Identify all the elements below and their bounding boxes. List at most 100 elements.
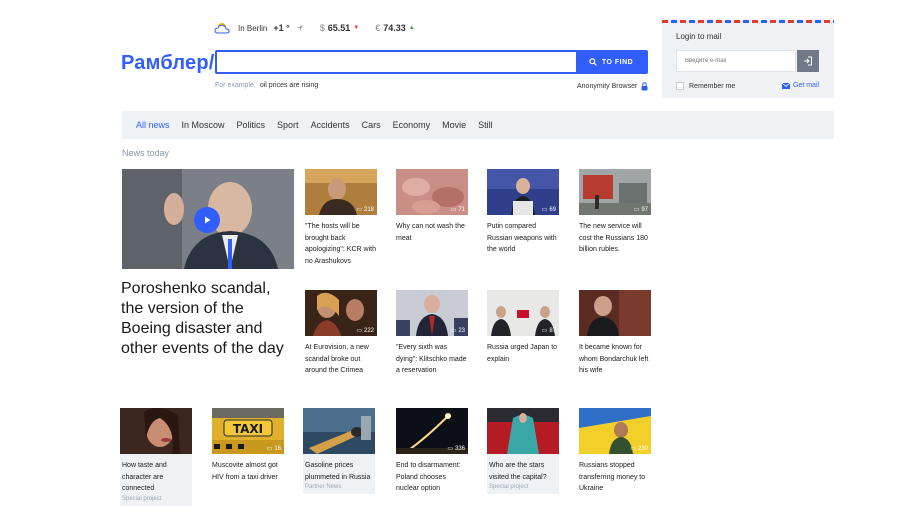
partner-news-card[interactable]: Gasoline prices plummeted in Russia Part…: [303, 408, 375, 494]
eur-rate-value: 74.33: [383, 23, 406, 33]
nav-all-news[interactable]: All news: [136, 120, 170, 130]
nav-politics[interactable]: Politics: [237, 120, 266, 130]
news-caption: "The hosts will be brought back apologiz…: [305, 223, 376, 265]
remember-me-label: Remember me: [689, 82, 736, 90]
news-thumbnail: [579, 290, 651, 336]
get-mail-link[interactable]: Get mail: [782, 82, 819, 89]
main-story-title[interactable]: Poroshenko scandal, the version of the B…: [121, 279, 296, 359]
get-mail-label: Get mail: [793, 82, 820, 89]
svg-text:TAXI: TAXI: [233, 422, 263, 436]
news-thumbnail: ▭ 23: [396, 290, 468, 336]
anonymity-browser-link[interactable]: Anonymity Browser: [577, 82, 648, 91]
usd-rate[interactable]: $ 65.51 ▼: [320, 23, 360, 33]
special-project-card[interactable]: Who are the stars visited the capital? S…: [487, 408, 559, 494]
arrow-down-icon: ▼: [353, 25, 360, 31]
login-button[interactable]: [797, 50, 819, 72]
special-project-tag: Special project: [122, 495, 162, 502]
category-nav: All news In Moscow Politics Sport Accide…: [122, 111, 834, 139]
news-caption: Why can not wash the meat: [396, 223, 465, 242]
comment-icon: ▭: [630, 446, 636, 452]
comment-icon: ▭: [356, 207, 362, 213]
envelope-icon: [782, 82, 790, 89]
comment-icon: ▭: [541, 207, 548, 213]
section-title: News today: [122, 148, 170, 158]
news-caption: Gasoline prices plummeted in Russia: [305, 462, 371, 481]
comment-count: ▭ 230: [630, 445, 648, 453]
comment-count: ▭ 97: [633, 206, 648, 214]
news-caption: End to disarmament: Poland chooses nucle…: [396, 462, 461, 492]
remember-me-checkbox[interactable]: Remember me: [676, 82, 735, 90]
news-photo: [579, 290, 651, 336]
mail-title: Login to mail: [676, 32, 722, 41]
nav-cars[interactable]: Cars: [362, 120, 381, 130]
news-thumbnail: ▭ 230: [579, 408, 651, 454]
news-card[interactable]: ▭ 218 "The hosts will be brought back apo…: [305, 169, 377, 267]
euro-icon: €: [375, 23, 381, 33]
news-card[interactable]: ▭ 23 "Every sixth was dying": Klitschko m…: [396, 290, 468, 377]
comment-count: ▭ 71: [450, 206, 465, 214]
location-arrow-icon: [296, 25, 303, 31]
comment-count: ▭ 222: [356, 327, 374, 335]
comment-count: ▭ 336: [447, 445, 465, 453]
news-card[interactable]: ▭ 222 At Eurovision, a new scandal broke …: [305, 290, 377, 377]
email-field[interactable]: [676, 50, 796, 72]
news-caption: The new service will cost the Russians 1…: [579, 223, 648, 253]
play-icon: [205, 216, 211, 224]
news-card[interactable]: ▭ 71 Why can not wash the meat: [396, 169, 468, 244]
nav-still[interactable]: Still: [478, 120, 493, 130]
eur-rate[interactable]: € 74.33 ▲: [375, 23, 415, 33]
special-project-card[interactable]: How taste and character are connected Sp…: [120, 408, 192, 506]
news-photo: [487, 408, 559, 454]
news-thumbnail: ▭ 97: [579, 169, 651, 215]
news-card[interactable]: ▭ 69 Putin compared Russian weapons with …: [487, 169, 559, 256]
mail-envelope-stripe: [662, 20, 834, 23]
example-query[interactable]: oil prices are rising: [260, 82, 318, 89]
search-input[interactable]: [217, 52, 576, 72]
news-caption: Who are the stars visited the capital?: [489, 462, 547, 481]
news-caption: Putin compared Russian weapons with the …: [487, 223, 557, 253]
search-icon: [589, 58, 597, 66]
search-button[interactable]: TO FIND: [576, 52, 646, 72]
news-caption: Russians stopped transferring money to U…: [579, 462, 646, 492]
news-caption: It became known for whom Bondarchuk left…: [579, 344, 649, 374]
arrow-up-icon: ▲: [408, 25, 415, 31]
nav-accidents[interactable]: Accidents: [311, 120, 350, 130]
comment-count: ▭ 218: [356, 206, 374, 214]
weather-currency-bar: In Berlin +1 ° $ 65.51 ▼ € 74.33 ▲: [214, 22, 415, 34]
nav-movie[interactable]: Movie: [442, 120, 466, 130]
nav-sport[interactable]: Sport: [277, 120, 299, 130]
example-label: For example,: [215, 82, 256, 89]
news-thumbnail: [487, 408, 559, 454]
news-card[interactable]: ▭ 336 End to disarmament: Poland chooses …: [396, 408, 468, 495]
news-thumbnail: ▭ 336: [396, 408, 468, 454]
play-button[interactable]: [194, 207, 220, 233]
news-caption: How taste and character are connected: [122, 462, 167, 492]
news-thumbnail: ▭ 222: [305, 290, 377, 336]
news-card[interactable]: It became known for whom Bondarchuk left…: [579, 290, 651, 377]
news-card[interactable]: TAXI ▭ 16 Muscovite almost got HIV from a…: [212, 408, 284, 483]
comment-count: ▭ 87: [541, 327, 556, 335]
nav-in-moscow[interactable]: In Moscow: [182, 120, 225, 130]
checkbox-box[interactable]: [676, 82, 684, 90]
comment-icon: ▭: [450, 207, 457, 213]
usd-rate-value: 65.51: [327, 23, 351, 33]
news-thumbnail: [120, 408, 192, 454]
location-label[interactable]: In Berlin: [238, 24, 267, 33]
anonymity-label: Anonymity Browser: [577, 83, 638, 90]
partner-news-tag: Partner News: [305, 484, 342, 490]
search-button-label: TO FIND: [601, 58, 634, 66]
search-example: For example, oil prices are rising: [215, 82, 318, 89]
news-card[interactable]: ▭ 230 Russians stopped transferring money…: [579, 408, 651, 495]
news-thumbnail: TAXI ▭ 16: [212, 408, 284, 454]
cloud-icon: [214, 23, 230, 34]
rambler-logo[interactable]: Рамблер/: [121, 52, 215, 75]
news-caption: Muscovite almost got HIV from a taxi dri…: [212, 462, 278, 481]
nav-economy[interactable]: Economy: [393, 120, 431, 130]
search-bar: TO FIND: [215, 50, 648, 74]
main-story-image[interactable]: [122, 169, 294, 269]
comment-count: ▭ 16: [266, 445, 281, 453]
login-arrow-icon: [804, 56, 812, 66]
news-card[interactable]: ▭ 97 The new service will cost the Russia…: [579, 169, 651, 256]
news-card[interactable]: ▭ 87 Russia urged Japan to explain: [487, 290, 559, 365]
news-photo: [303, 408, 375, 454]
